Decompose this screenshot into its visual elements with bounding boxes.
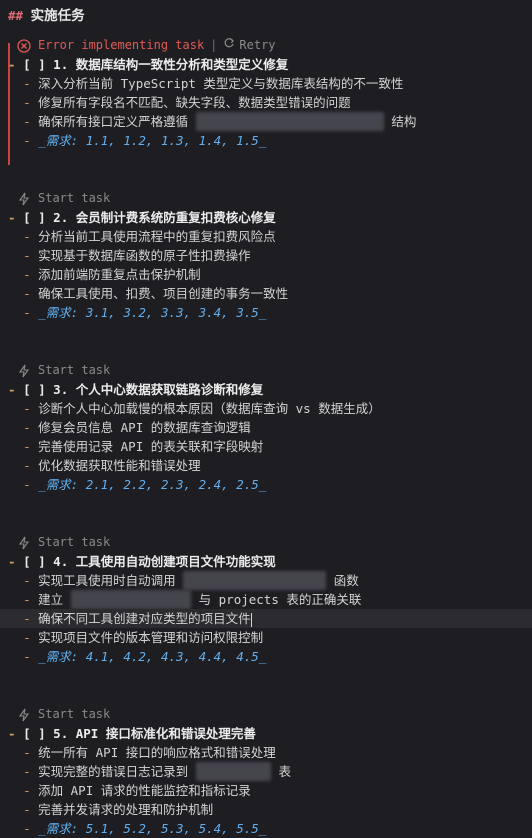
- lightning-icon: [16, 707, 32, 723]
- task-title-2: - [ ] 2. 会员制计费系统防重复扣费核心修复: [8, 210, 276, 225]
- error-circle-icon: [16, 38, 32, 54]
- editor-content[interactable]: Error implementing task | Retry - [ ] 1.…: [0, 36, 532, 838]
- start-task-button[interactable]: Start task: [0, 705, 532, 724]
- codelens-error: Error implementing task | Retry: [0, 36, 532, 55]
- task-title-5: - [ ] 5. API 接口标准化和错误处理完善: [8, 726, 256, 741]
- start-task-label: Start task: [38, 191, 111, 205]
- task-requirements: - _需求: 5.1, 5.2, 5.3, 5.4, 5.5_: [23, 821, 267, 836]
- retry-label: Retry: [239, 38, 276, 52]
- codelens-separator: |: [210, 38, 218, 52]
- task-item: - 修复所有字段名不匹配、缺失字段、数据类型错误的问题: [23, 95, 351, 110]
- redacted-text: xxxxxxxxxxxxxxxxxxx: [183, 571, 327, 590]
- task-block-3: Start task - [ ] 3. 个人中心数据获取链路诊断和修复 - 诊断…: [0, 361, 532, 494]
- task-item: - 确保所有接口定义严格遵循 xxxxxxxxxxxxxxxxxxxxxxxxx…: [23, 112, 417, 131]
- retry-icon: [223, 36, 235, 55]
- lightning-icon: [16, 363, 32, 379]
- lightning-icon: [16, 191, 32, 207]
- task-item: - 实现完整的错误日志记录到 xxxxxxxxxx 表: [23, 762, 291, 781]
- task-requirements: - _需求: 3.1, 3.2, 3.3, 3.4, 3.5_: [23, 305, 267, 320]
- redacted-text: xxxxxxxxxx: [195, 762, 271, 781]
- task-requirements: - _需求: 4.1, 4.2, 4.3, 4.4, 4.5_: [23, 649, 267, 664]
- task-item: - 修复会员信息 API 的数据库查询逻辑: [23, 420, 251, 435]
- task-item: - 统一所有 API 接口的响应格式和错误处理: [23, 745, 276, 760]
- start-task-button[interactable]: Start task: [0, 533, 532, 552]
- task-requirements: - _需求: 2.1, 2.2, 2.3, 2.4, 2.5_: [23, 477, 267, 492]
- start-task-button[interactable]: Start task: [0, 189, 532, 208]
- task-item: - 实现项目文件的版本管理和访问权限控制: [23, 630, 264, 645]
- task-requirements: - _需求: 1.1, 1.2, 1.3, 1.4, 1.5_: [23, 133, 267, 148]
- error-text: Error implementing task: [38, 38, 205, 52]
- task-item-active-line: - 确保不同工具创建对应类型的项目文件: [0, 609, 532, 628]
- retry-button[interactable]: Retry: [223, 36, 276, 55]
- start-task-button[interactable]: Start task: [0, 361, 532, 380]
- task-item: - 实现基于数据库函数的原子性扣费操作: [23, 248, 251, 263]
- task-item: - 完善使用记录 API 的表关联和字段映射: [23, 439, 264, 454]
- task-item: - 添加前端防重复点击保护机制: [23, 267, 201, 282]
- lightning-icon: [16, 535, 32, 551]
- text-cursor: [250, 612, 252, 627]
- heading-title: 实施任务: [30, 8, 85, 24]
- start-task-label: Start task: [38, 535, 111, 549]
- task-block-4: Start task - [ ] 4. 工具使用自动创建项目文件功能实现 - 实…: [0, 533, 532, 666]
- task-block-2: Start task - [ ] 2. 会员制计费系统防重复扣费核心修复 - 分…: [0, 189, 532, 322]
- task-item: - 实现工具使用时自动调用 xxxxxxxxxxxxxxxxxxx 函数: [23, 571, 359, 590]
- heading-marker: ##: [8, 8, 24, 23]
- redacted-text: xxxxxxxxxxxxxxxxxxxxxxxxx: [195, 112, 384, 131]
- section-heading: ## 实施任务: [8, 6, 85, 26]
- task-title-4: - [ ] 4. 工具使用自动创建项目文件功能实现: [8, 554, 276, 569]
- task-title-3: - [ ] 3. 个人中心数据获取链路诊断和修复: [8, 382, 264, 397]
- task-title-1: - [ ] 1. 数据库结构一致性分析和类型定义修复: [8, 57, 289, 72]
- task-item: - 完善并发请求的处理和防护机制: [23, 802, 214, 817]
- start-task-label: Start task: [38, 707, 111, 721]
- task-item: - 建立 xxxxxxxxxxxxxxxx 与 projects 表的正确关联: [23, 590, 362, 609]
- task-item: - 确保工具使用、扣费、项目创建的事务一致性: [23, 286, 289, 301]
- task-item: - 深入分析当前 TypeScript 类型定义与数据库表结构的不一致性: [23, 76, 404, 91]
- task-item: - 优化数据获取性能和错误处理: [23, 458, 201, 473]
- task-item: - 分析当前工具使用流程中的重复扣费风险点: [23, 229, 276, 244]
- task-item: - 添加 API 请求的性能监控和指标记录: [23, 783, 251, 798]
- start-task-label: Start task: [38, 363, 111, 377]
- task-item: - 诊断个人中心加载慢的根本原因（数据库查询 vs 数据生成）: [23, 401, 381, 416]
- redacted-text: xxxxxxxxxxxxxxxx: [70, 590, 192, 609]
- task-block-1: Error implementing task | Retry - [ ] 1.…: [0, 36, 532, 165]
- task-block-5: Start task - [ ] 5. API 接口标准化和错误处理完善 - 统…: [0, 705, 532, 838]
